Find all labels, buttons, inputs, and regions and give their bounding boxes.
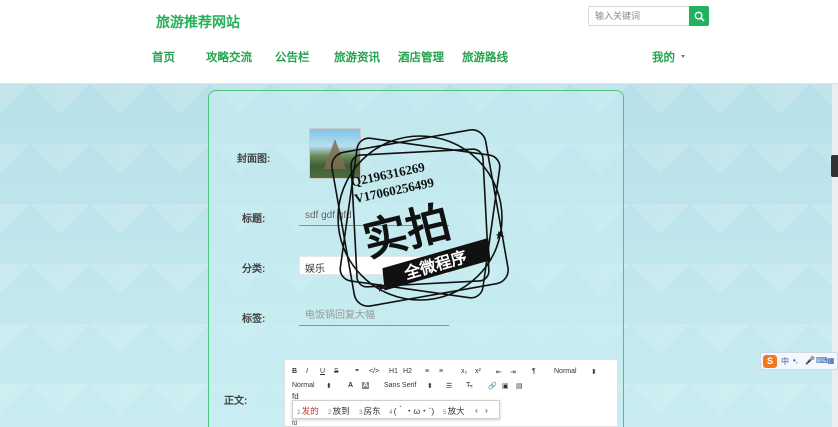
ordered-list-button[interactable]: ≡ — [425, 368, 429, 375]
chevron-down-icon — [681, 55, 685, 58]
nav-guides[interactable]: 攻略交流 — [206, 49, 252, 65]
content-label: 正文: — [224, 396, 248, 407]
ime-candidate[interactable]: 3房东 — [359, 405, 381, 417]
ime-candidate[interactable]: 1发的 — [297, 405, 319, 417]
font-select[interactable]: Sans Serif — [384, 382, 416, 389]
sogou-logo-icon: S — [763, 355, 777, 368]
superscript-button[interactable]: x² — [475, 368, 481, 375]
ime-status-bar[interactable]: S 中 •, 🎤 ⌨ ▦ — [760, 352, 838, 370]
user-menu[interactable]: 我的 — [652, 49, 675, 65]
cover-label: 封面图: — [237, 154, 271, 165]
h1-button[interactable]: H1 — [389, 368, 398, 375]
tags-label: 标签: — [242, 314, 266, 325]
image-icon[interactable]: ▣ — [502, 382, 509, 390]
chevron-down-icon: ⬍ — [427, 383, 433, 390]
site-title[interactable]: 旅游推荐网站 — [156, 12, 240, 32]
title-label: 标题: — [242, 214, 266, 225]
scrollbar[interactable] — [832, 84, 838, 427]
mic-icon[interactable]: 🎤 — [805, 356, 815, 365]
font-color-button[interactable]: A — [348, 382, 353, 389]
chevron-down-icon: ⬍ — [591, 369, 597, 376]
watermark-stamp: Q2196316269 V17060256499 实拍 全微程序 — [331, 129, 509, 307]
code-button[interactable]: </> — [369, 368, 379, 375]
chevron-down-icon: ⬍ — [326, 383, 332, 390]
direction-button[interactable]: ¶ — [532, 368, 536, 375]
outdent-button[interactable]: ⇤ — [496, 368, 502, 376]
nav-home[interactable]: 首页 — [152, 49, 175, 65]
subscript-button[interactable]: x₂ — [461, 368, 467, 375]
header-select[interactable]: Normal — [554, 368, 577, 375]
bullet-list-button[interactable]: ≡ — [439, 368, 443, 375]
blockquote-button[interactable]: ❞ — [355, 368, 359, 376]
ime-candidate[interactable]: 4(｀・ω・´) — [389, 405, 434, 417]
indent-button[interactable]: ⇥ — [510, 368, 516, 376]
keyboard-icon[interactable]: ⌨ — [816, 356, 828, 365]
ime-candidate[interactable]: 5放大 — [443, 405, 465, 417]
ime-candidate[interactable]: 2放到 — [328, 405, 350, 417]
background-color-button[interactable]: A — [362, 382, 370, 389]
underline-button[interactable]: U — [320, 368, 325, 375]
punctuation-icon[interactable]: •, — [793, 356, 798, 365]
nav-routes[interactable]: 旅游路线 — [462, 49, 508, 65]
editor-content-line: fd — [292, 421, 298, 427]
align-icon[interactable]: ☰ — [446, 382, 452, 390]
video-icon[interactable]: ▤ — [516, 382, 523, 390]
italic-button[interactable]: I — [306, 368, 308, 375]
category-label: 分类: — [242, 264, 266, 275]
search-icon — [694, 11, 705, 22]
ime-candidate-bar: 1发的 2放到 3房东 4(｀・ω・´) 5放大 ‹ › — [292, 400, 500, 419]
toolbox-icon[interactable]: ▦ — [827, 356, 835, 365]
nav-hotels[interactable]: 酒店管理 — [398, 49, 444, 65]
site-header: 旅游推荐网站 首页 攻略交流 公告栏 旅游资讯 酒店管理 旅游路线 我的 — [0, 0, 838, 84]
nav-news[interactable]: 旅游资讯 — [334, 49, 380, 65]
nav-notices[interactable]: 公告栏 — [275, 49, 310, 65]
search-input[interactable] — [588, 6, 689, 26]
size-select[interactable]: Normal — [292, 382, 315, 389]
link-icon[interactable]: 🔗 — [488, 382, 497, 390]
ime-prev-button[interactable]: ‹ — [475, 405, 478, 415]
bold-button[interactable]: B — [292, 368, 297, 375]
ime-mode[interactable]: 中 — [781, 356, 789, 367]
strike-button[interactable]: S — [334, 368, 339, 375]
search-button[interactable] — [689, 6, 709, 26]
clear-format-icon[interactable]: T̶ₓ — [466, 382, 473, 389]
side-tab[interactable] — [831, 155, 838, 177]
h2-button[interactable]: H2 — [403, 368, 412, 375]
ime-next-button[interactable]: › — [485, 405, 488, 415]
